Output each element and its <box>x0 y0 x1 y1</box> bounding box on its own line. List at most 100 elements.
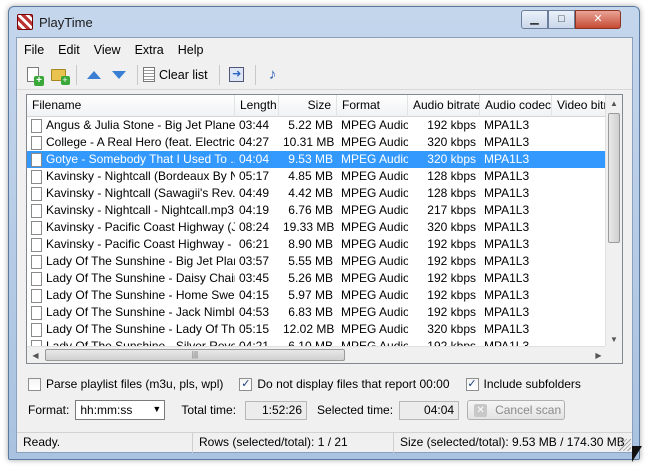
row-audio-codec: MPA1L3 <box>484 169 530 183</box>
clear-list-button[interactable]: Clear list <box>143 63 214 87</box>
horizontal-scrollbar[interactable]: ◀ ||| ▶ <box>27 346 607 363</box>
row-audio-bitrate: 192 kbps <box>427 288 476 302</box>
close-button[interactable]: ✕ <box>575 10 621 29</box>
row-video-bitrate <box>552 270 612 287</box>
move-down-button[interactable] <box>107 63 131 87</box>
row-audio-codec: MPA1L3 <box>484 220 530 234</box>
table-row[interactable]: Kavinsky - Nightcall - Nightcall.mp3 04:1… <box>27 202 612 219</box>
row-filename: Kavinsky - Nightcall - Nightcall.mp3 <box>27 202 235 219</box>
table-row[interactable]: Lady Of The Sunshine - Daisy Chain... 03:… <box>27 270 612 287</box>
file-icon <box>31 305 42 320</box>
row-filename: Lady Of The Sunshine - Home Swe... <box>27 287 235 304</box>
row-filename-text: Lady Of The Sunshine - Jack Nimbl... <box>46 305 235 319</box>
total-time-label: Total time: <box>181 403 237 417</box>
menu-file[interactable]: File <box>17 40 51 60</box>
table-row[interactable]: Lady Of The Sunshine - Home Swe... 04:15 5… <box>27 287 612 304</box>
row-size: 6.76 MB <box>288 203 333 217</box>
music-button[interactable]: ♪ <box>261 63 285 87</box>
table-row[interactable]: Lady Of The Sunshine - Big Jet Plan... 03… <box>27 253 612 270</box>
row-audio-codec: MPA1L3 <box>484 288 530 302</box>
table-row[interactable]: College - A Real Hero (feat. Electric ..… <box>27 134 612 151</box>
resize-grip[interactable] <box>619 439 631 451</box>
column-audio-bitrate[interactable]: Audio bitrate <box>408 95 480 117</box>
row-filename-text: Angus & Julia Stone - Big Jet Plane (... <box>46 118 235 132</box>
column-filename[interactable]: Filename <box>27 95 235 117</box>
horizontal-scroll-thumb[interactable]: ||| <box>45 349 345 361</box>
row-format: MPEG Audio <box>341 237 408 251</box>
menu-help[interactable]: Help <box>171 40 211 60</box>
row-filename-text: Kavinsky - Pacific Coast Highway (J... <box>46 220 235 234</box>
table-row[interactable]: Lady Of The Sunshine - Lady Of Th... 05:1… <box>27 321 612 338</box>
column-length[interactable]: Length <box>235 95 279 117</box>
row-audio-codec: MPA1L3 <box>484 305 530 319</box>
row-size: 4.42 MB <box>288 186 333 200</box>
table-row[interactable]: Lady Of The Sunshine - Jack Nimbl... 04:5… <box>27 304 612 321</box>
row-video-bitrate <box>552 202 612 219</box>
row-size: 4.85 MB <box>288 169 333 183</box>
add-file-button[interactable] <box>21 63 45 87</box>
menu-extra[interactable]: Extra <box>128 40 171 60</box>
file-icon <box>31 271 42 286</box>
row-format: MPEG Audio <box>341 203 408 217</box>
maximize-button[interactable]: □ <box>548 10 575 29</box>
row-filename: Kavinsky - Nightcall (Sawagii's Rev... <box>27 185 235 202</box>
minimize-button[interactable]: ▁ <box>521 10 548 29</box>
status-bar: Ready. Rows (selected/total): 1 / 21 Siz… <box>17 432 632 453</box>
row-format: MPEG Audio <box>341 288 408 302</box>
row-filename-text: Lady Of The Sunshine - Lady Of Th... <box>46 322 235 336</box>
row-audio-bitrate: 320 kbps <box>427 152 476 166</box>
title-bar[interactable]: PlayTime ▁ □ ✕ <box>9 7 639 37</box>
row-audio-codec: MPA1L3 <box>484 118 530 132</box>
scroll-up-arrow-icon[interactable]: ▲ <box>606 95 622 112</box>
row-audio-codec: MPA1L3 <box>484 203 530 217</box>
row-length: 08:24 <box>239 220 270 234</box>
parse-playlist-checkbox[interactable] <box>28 377 41 391</box>
hide-zero-checkbox[interactable]: ✓ <box>239 377 253 391</box>
list-header: Filename Length Size Format Audio bitrat… <box>27 95 622 117</box>
table-row[interactable]: Gotye - Somebody That I Used To ... 04:04… <box>27 151 612 168</box>
table-row[interactable]: Kavinsky - Pacific Coast Highway (J... 08… <box>27 219 612 236</box>
row-length: 05:17 <box>239 169 270 183</box>
cancel-scan-label: Cancel scan <box>495 403 562 417</box>
scroll-left-arrow-icon[interactable]: ◀ <box>27 347 44 363</box>
vertical-scroll-thumb[interactable] <box>608 113 620 243</box>
row-video-bitrate <box>552 253 612 270</box>
row-audio-codec: MPA1L3 <box>484 186 530 200</box>
column-format[interactable]: Format <box>337 95 408 117</box>
scroll-corner <box>605 346 622 363</box>
row-filename: College - A Real Hero (feat. Electric ..… <box>27 134 235 151</box>
cancel-scan-button[interactable]: ✕ Cancel scan <box>467 400 566 420</box>
file-icon <box>31 288 42 303</box>
row-filename-text: Kavinsky - Nightcall (Bordeaux By N... <box>46 169 235 183</box>
hide-zero-option[interactable]: ✓ Do not display files that report 00:00 <box>239 377 450 391</box>
file-icon <box>31 152 42 167</box>
column-audio-codec[interactable]: Audio codec <box>480 95 552 117</box>
row-size: 8.90 MB <box>288 237 333 251</box>
row-size: 19.33 MB <box>283 220 335 234</box>
app-window: PlayTime ▁ □ ✕ File Edit View Extra Help <box>8 6 640 460</box>
row-format: MPEG Audio <box>341 254 408 268</box>
row-format: MPEG Audio <box>341 169 408 183</box>
add-folder-button[interactable] <box>46 63 70 87</box>
format-label: Format: <box>28 403 70 417</box>
export-button[interactable] <box>225 63 249 87</box>
table-row[interactable]: Kavinsky - Nightcall (Bordeaux By N... 05… <box>27 168 612 185</box>
column-size[interactable]: Size <box>279 95 337 117</box>
export-icon <box>229 67 245 82</box>
table-row[interactable]: Angus & Julia Stone - Big Jet Plane (...… <box>27 117 612 134</box>
row-format: MPEG Audio <box>341 152 408 166</box>
row-filename-text: Gotye - Somebody That I Used To ... <box>46 152 235 166</box>
table-row[interactable]: Kavinsky - Nightcall (Sawagii's Rev... 04… <box>27 185 612 202</box>
table-row[interactable]: Kavinsky - Pacific Coast Highway - ... 06… <box>27 236 612 253</box>
format-select[interactable]: hh:mm:ss ▼ <box>75 400 166 420</box>
vertical-scrollbar[interactable]: ▲ ▼ <box>605 95 622 348</box>
list-body: Angus & Julia Stone - Big Jet Plane (...… <box>27 117 612 353</box>
menu-edit[interactable]: Edit <box>51 40 87 60</box>
file-list[interactable]: Filename Length Size Format Audio bitrat… <box>26 94 623 364</box>
row-length: 05:15 <box>239 322 270 336</box>
subfolders-option[interactable]: ✓ Include subfolders <box>465 377 581 391</box>
parse-playlist-option[interactable]: Parse playlist files (m3u, pls, wpl) <box>28 377 223 391</box>
menu-view[interactable]: View <box>87 40 128 60</box>
move-up-button[interactable] <box>82 63 106 87</box>
subfolders-checkbox[interactable]: ✓ <box>465 377 479 391</box>
